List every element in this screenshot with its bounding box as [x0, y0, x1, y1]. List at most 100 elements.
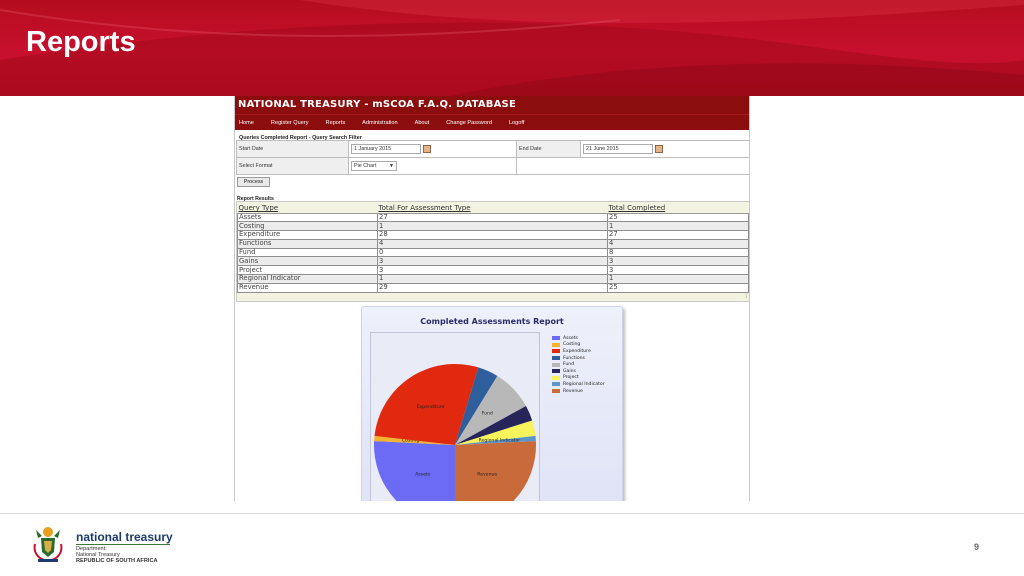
legend-label: Regional Indicator: [563, 381, 605, 387]
table-cell: 4: [377, 238, 608, 249]
coat-of-arms-logo: [33, 527, 63, 562]
pie-slice-label: Fund: [482, 410, 493, 416]
nav-register-query[interactable]: Register Query: [271, 120, 309, 126]
legend-swatch: [552, 389, 560, 394]
legend-swatch: [552, 336, 560, 341]
nav-home[interactable]: Home: [239, 120, 254, 126]
nav-reports[interactable]: Reports: [326, 120, 346, 126]
brand-country: REPUBLIC OF SOUTH AFRICA: [76, 558, 158, 564]
legend-item: Assets: [552, 335, 605, 342]
table-cell: 0: [377, 247, 608, 258]
legend-swatch: [552, 369, 560, 374]
table-row: Functions 4 4: [237, 238, 749, 249]
legend-label: Revenue: [563, 388, 584, 394]
pie-slice-label: Revenue: [477, 472, 497, 478]
pie-slice-label: Expenditure: [417, 404, 445, 410]
chart-legend: Assets Costing Expenditure Functions Fund Gai…: [552, 335, 605, 394]
legend-item: Revenue: [552, 388, 605, 395]
column-header: Total For Assessment Type: [377, 204, 608, 214]
table-cell: 1: [607, 221, 749, 232]
chart-title: Completed Assessments Report: [420, 317, 564, 326]
page-number: 9: [974, 542, 980, 552]
legend-item: Gains: [552, 368, 605, 375]
end-date-label: End Date: [516, 140, 581, 158]
calendar-icon[interactable]: [423, 145, 431, 153]
nav-administration[interactable]: Administration: [362, 120, 397, 126]
start-date-input[interactable]: 1 January 2015: [351, 144, 421, 154]
nav-about[interactable]: About: [415, 120, 430, 126]
legend-label: Functions: [563, 355, 585, 361]
footer-divider: [0, 513, 1024, 514]
legend-item: Fund: [552, 361, 605, 368]
legend-swatch: [552, 375, 560, 380]
legend-item: Functions: [552, 355, 605, 362]
legend-label: Expenditure: [563, 348, 591, 354]
table-cell: Costing: [237, 221, 378, 232]
legend-label: Costing: [563, 342, 581, 348]
legend-label: Fund: [563, 362, 575, 368]
table-row: Regional Indicator 1 1: [237, 274, 749, 284]
table-cell: 29: [377, 282, 608, 293]
slide-title: Reports: [26, 26, 136, 58]
table-cell: 28: [377, 230, 608, 240]
results-panel: Query Type Total For Assessment Type Tot…: [236, 201, 749, 302]
table-cell: 8: [607, 247, 749, 258]
format-select[interactable]: Pie Chart ▼: [351, 161, 397, 171]
slide: Reports NATIONAL TREASURY - mSCOA F.A.Q.…: [0, 0, 1024, 576]
end-date-cell: 21 June 2015: [580, 140, 749, 158]
table-cell: Functions: [237, 238, 378, 249]
table-cell: 3: [377, 256, 608, 267]
app-header: NATIONAL TREASURY - mSCOA F.A.Q. DATABAS…: [235, 96, 749, 114]
table-row: Gains 3 3: [237, 256, 749, 267]
brand-name: national treasury: [76, 530, 173, 544]
header-banner: Reports: [0, 0, 1024, 96]
results-table: Query Type Total For Assessment Type Tot…: [237, 204, 749, 293]
table-cell: 27: [377, 212, 608, 223]
chevron-down-icon: ▼: [389, 163, 394, 169]
brand-rule: [76, 544, 170, 545]
legend-item: Expenditure: [552, 348, 605, 355]
end-date-input[interactable]: 21 June 2015: [583, 144, 653, 154]
table-cell: 1: [377, 274, 608, 284]
table-cell: 3: [607, 265, 749, 276]
legend-item: Costing: [552, 342, 605, 349]
legend-swatch: [552, 356, 560, 361]
table-cell: 1: [377, 221, 608, 232]
format-label: Select Format: [236, 157, 349, 175]
table-row: Costing 1 1: [237, 221, 749, 232]
legend-swatch: [552, 362, 560, 367]
start-date-cell: 1 January 2015: [348, 140, 517, 158]
start-date-label: Start Date: [236, 140, 349, 158]
table-cell: 4: [607, 238, 749, 249]
table-cell: Fund: [237, 247, 378, 258]
app-screenshot: NATIONAL TREASURY - mSCOA F.A.Q. DATABAS…: [234, 96, 750, 501]
pie-slice-label: Assets: [415, 472, 431, 478]
legend-swatch: [552, 382, 560, 387]
legend-swatch: [552, 342, 560, 347]
nav-logoff[interactable]: Logoff: [509, 120, 524, 126]
nav-change-password[interactable]: Change Password: [446, 120, 492, 126]
calendar-icon[interactable]: [655, 145, 663, 153]
pie-slice-assets: [374, 441, 455, 501]
pie-chart: AssetsCostingExpenditureFundRegional Ind…: [374, 364, 536, 501]
scroll-handle[interactable]: ⁞: [745, 294, 747, 300]
app-title: NATIONAL TREASURY - mSCOA F.A.Q. DATABAS…: [238, 99, 516, 110]
column-header: Total Completed: [607, 204, 749, 214]
table-cell: 1: [607, 274, 749, 284]
pie-slice-revenue: [455, 441, 536, 501]
table-cell: 25: [607, 282, 749, 293]
table-row: Fund 0 8: [237, 247, 749, 258]
legend-label: Gains: [563, 368, 576, 374]
table-cell: 3: [377, 265, 608, 276]
table-row: Project 3 3: [237, 265, 749, 276]
legend-item: Regional Indicator: [552, 381, 605, 388]
chart-card: Completed Assessments Report Assets Costi…: [361, 306, 623, 501]
table-cell: Revenue: [237, 282, 378, 293]
table-cell: Regional Indicator: [237, 274, 378, 284]
legend-label: Project: [563, 375, 579, 381]
process-button[interactable]: Process: [237, 177, 270, 187]
table-row: Assets 27 25: [237, 212, 749, 223]
legend-item: Project: [552, 375, 605, 382]
table-cell: 25: [607, 212, 749, 223]
table-cell: Gains: [237, 256, 378, 267]
